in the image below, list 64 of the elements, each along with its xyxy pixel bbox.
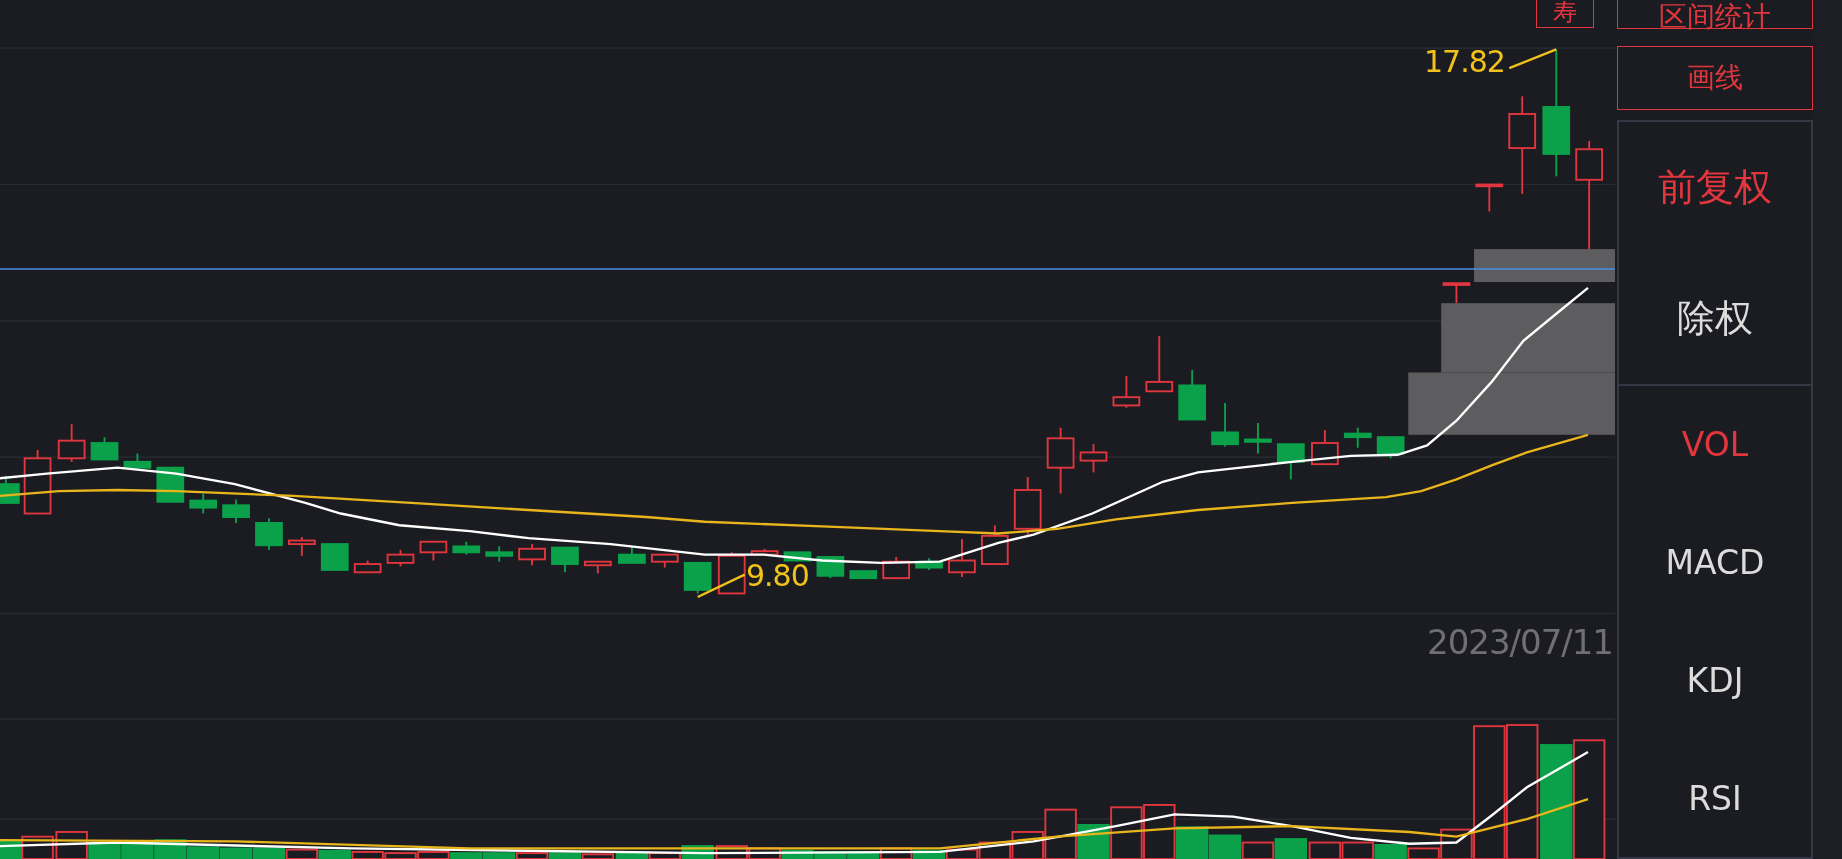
indicator-tab[interactable]: MACD xyxy=(1655,539,1775,587)
volume-bar xyxy=(1274,838,1308,859)
candlestick xyxy=(1046,426,1075,495)
volume-bar xyxy=(781,849,814,859)
candlestick xyxy=(1442,282,1471,305)
volume-bar xyxy=(318,849,351,859)
candlestick xyxy=(255,517,283,551)
candlestick xyxy=(1112,375,1141,409)
leader-line xyxy=(697,573,746,598)
candlestick xyxy=(485,545,514,563)
tool-button[interactable]: 画线 xyxy=(1617,46,1813,110)
low-price-label: 9.80 xyxy=(746,558,809,593)
candlestick xyxy=(583,560,612,575)
candlestick xyxy=(288,536,316,557)
overlay-button[interactable]: 寿 xyxy=(1536,0,1594,28)
candlestick xyxy=(683,561,712,595)
candlestick xyxy=(1311,429,1339,466)
candlestick xyxy=(123,452,152,471)
candlestick xyxy=(1244,422,1272,455)
adjust-option[interactable]: 前复权 xyxy=(1648,158,1782,217)
candlestick xyxy=(23,449,52,515)
candlestick xyxy=(1013,476,1042,536)
candlestick xyxy=(386,549,415,568)
candlestick xyxy=(948,538,976,578)
high-price-label: 17.82 xyxy=(1424,44,1505,79)
date-label: 2023/07/11 xyxy=(1427,622,1613,662)
candlestick xyxy=(0,475,20,504)
candlestick xyxy=(1376,436,1405,460)
candlestick xyxy=(189,492,218,515)
candlestick xyxy=(1145,335,1174,393)
tool-button[interactable]: 区间统计 xyxy=(1617,0,1813,29)
candlestick xyxy=(1475,183,1504,213)
volume-bar xyxy=(912,849,946,859)
candlestick xyxy=(518,543,546,567)
candlestick xyxy=(222,498,250,524)
volume-bar xyxy=(748,847,781,859)
candlestick xyxy=(1343,426,1372,449)
volume-bar xyxy=(252,847,286,859)
candlestick xyxy=(980,524,1009,565)
indicator-tab[interactable]: RSI xyxy=(1678,774,1752,822)
candlestick xyxy=(750,547,779,556)
adjust-option[interactable]: 除权 xyxy=(1667,289,1763,348)
candlestick xyxy=(57,423,86,463)
candlestick xyxy=(1211,402,1239,448)
volume-bar xyxy=(1374,843,1407,859)
candlestick xyxy=(353,559,382,574)
candlestick xyxy=(1178,369,1206,421)
candlestick xyxy=(1079,443,1108,474)
candlestick xyxy=(849,570,878,580)
indicator-tab[interactable]: KDJ xyxy=(1676,656,1754,704)
volume-bar xyxy=(219,847,253,859)
volume-bar xyxy=(1208,834,1242,859)
candlestick xyxy=(783,551,812,562)
candlestick xyxy=(1276,443,1305,481)
candlestick xyxy=(915,557,943,571)
candlestick xyxy=(650,553,679,569)
leader-line xyxy=(1508,48,1557,70)
candlestick xyxy=(551,546,579,574)
candlestick xyxy=(90,436,119,461)
candlestick xyxy=(618,545,646,564)
indicator-tab[interactable]: VOL xyxy=(1671,421,1759,469)
candlestick xyxy=(320,543,349,571)
candlestick xyxy=(419,540,448,562)
candlestick xyxy=(452,540,481,556)
